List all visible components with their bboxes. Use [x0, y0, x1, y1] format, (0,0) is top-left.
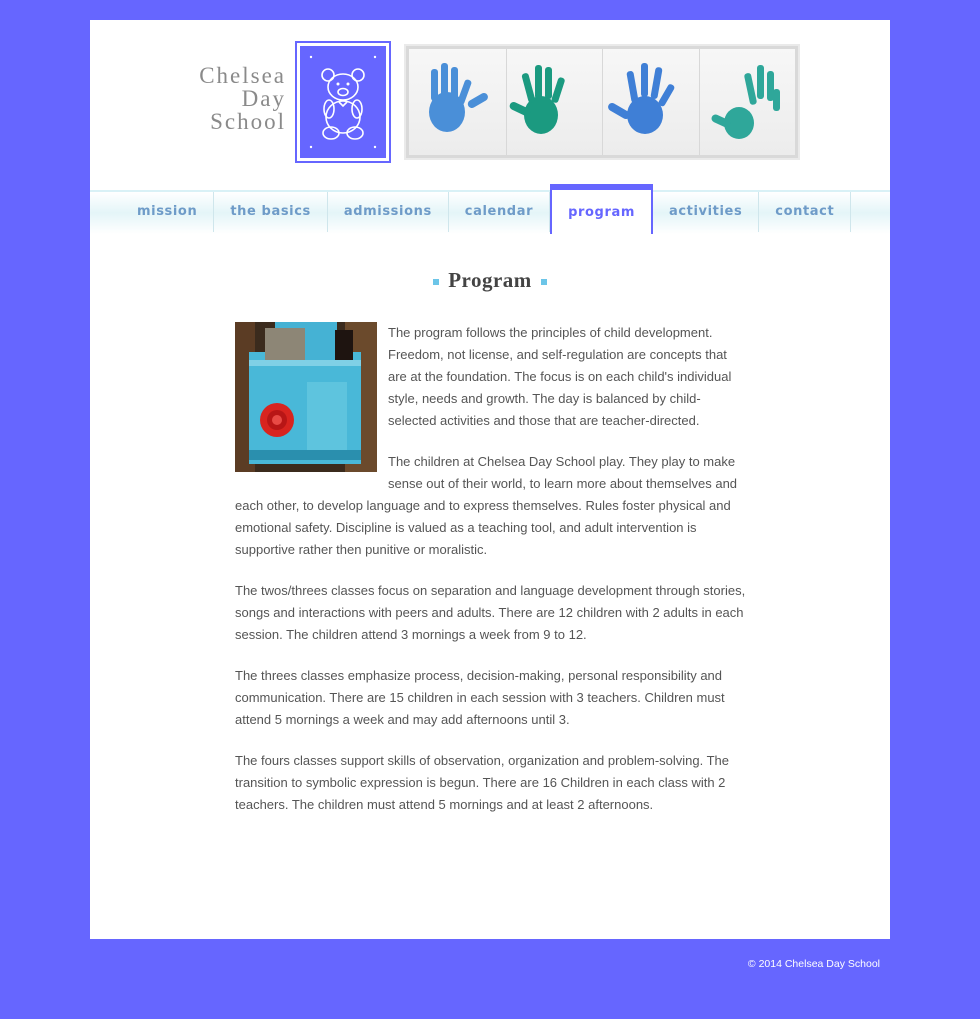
paragraph: The fours classes support skills of obse…: [235, 753, 730, 812]
bullet-square-icon: [540, 279, 547, 286]
nav-item-calendar[interactable]: calendar: [449, 192, 551, 232]
page-title: Program: [448, 268, 532, 292]
nav-item-contact[interactable]: contact: [759, 192, 852, 232]
school-logo-text[interactable]: Chelsea Day School: [186, 64, 286, 133]
handprint-icon: [509, 65, 565, 134]
nav-item-program[interactable]: program: [550, 184, 653, 234]
nav-item-admissions[interactable]: admissions: [328, 192, 449, 232]
bullet-square-icon: [433, 279, 440, 286]
program-photo: [235, 322, 377, 472]
nav-item-activities[interactable]: activities: [653, 192, 760, 232]
logo-line-3: School: [210, 109, 286, 134]
copyright-footer: © 2014 Chelsea Day School: [747, 958, 880, 970]
teddy-bear-icon: [295, 41, 391, 163]
page-title-wrapper: Program: [90, 268, 890, 293]
handprint-icon: [711, 65, 780, 139]
handprint-icon: [608, 63, 675, 134]
paragraph: The twos/threes classes focus on separat…: [235, 583, 746, 642]
main-content: The program follows the principles of ch…: [235, 322, 747, 835]
logo-line-2: Day: [241, 86, 286, 111]
nav-item-the-basics[interactable]: the basics: [214, 192, 328, 232]
main-navigation: mission the basics admissions calendar p…: [90, 184, 890, 234]
handprints-banner: [406, 46, 798, 158]
page-container: Chelsea Day School mission the basics ad…: [90, 20, 890, 939]
logo-line-1: Chelsea: [199, 63, 286, 88]
paragraph: The threes classes emphasize process, de…: [235, 668, 725, 727]
nav-item-mission[interactable]: mission: [121, 192, 215, 232]
handprint-icon: [429, 63, 488, 132]
nav-items: mission the basics admissions calendar p…: [121, 184, 852, 234]
